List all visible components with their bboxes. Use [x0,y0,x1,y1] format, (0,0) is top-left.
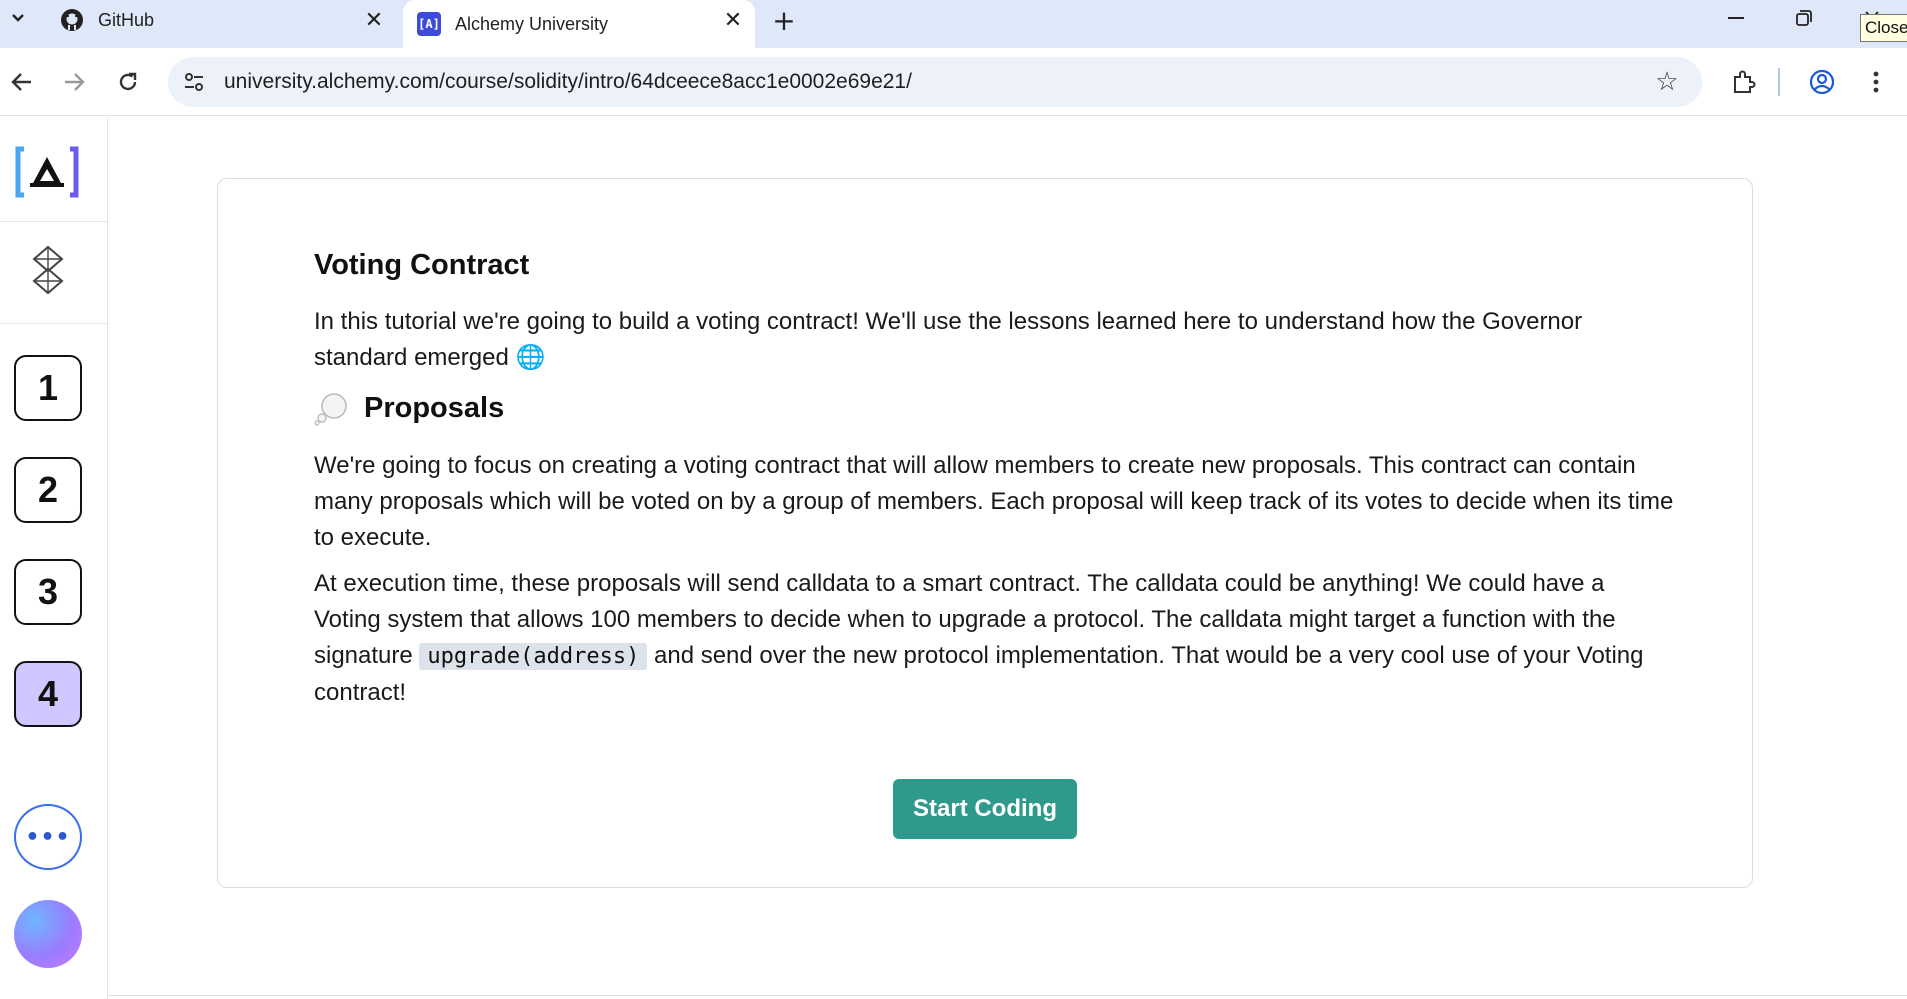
chevron-down-icon [12,14,24,22]
arrow-right-icon [65,73,85,91]
menu-button[interactable] [1856,62,1896,102]
tab-title: GitHub [98,9,155,30]
step-2-button[interactable]: 2 [14,457,82,523]
account-icon [1809,69,1835,95]
tab-search-button[interactable] [6,6,30,30]
step-3-button[interactable]: 3 [14,559,82,625]
sidebar-divider [0,221,107,222]
tab-alchemy-university[interactable]: [A] Alchemy University ✕ [403,0,755,48]
tab-github[interactable]: GitHub ✕ [46,0,396,40]
globe-icon: 🌐 [515,344,546,371]
reload-button[interactable] [108,62,148,102]
more-vert-icon [1873,71,1879,93]
tab-title: Alchemy University [455,13,609,34]
github-icon [60,8,84,32]
browser-toolbar: university.alchemy.com/course/solidity/i… [0,48,1907,116]
profile-button[interactable] [1802,62,1842,102]
lesson-card: Voting Contract In this tutorial we're g… [217,178,1753,888]
lesson-title: Voting Contract [314,249,530,281]
restore-button[interactable] [1784,2,1824,34]
user-avatar[interactable] [14,900,82,968]
forward-button[interactable] [54,62,94,102]
more-options-button[interactable]: ••• [14,804,82,870]
code-snippet: upgrade(address) [419,643,648,670]
close-tab-icon[interactable]: ✕ [721,8,745,33]
new-tab-button[interactable]: + [768,4,800,37]
start-coding-button[interactable]: Start Coding [893,779,1077,839]
alchemy-logo[interactable] [14,145,80,199]
ethereum-hex-icon[interactable] [28,245,68,295]
step-4-button[interactable]: 4 [14,661,82,727]
step-1-button[interactable]: 1 [14,355,82,421]
sidebar-divider [0,323,107,324]
alchemy-icon: [A] [417,12,441,36]
section-title: Proposals [364,391,505,424]
puzzle-icon [1734,70,1756,93]
course-sidebar: 1 2 3 4 ••• [0,117,108,999]
minimize-button[interactable] [1716,2,1756,34]
thought-bubble-icon [314,393,347,426]
intro-text: In this tutorial we're going to build a … [314,308,1583,371]
extensions-button[interactable] [1724,62,1764,102]
arrow-left-icon [11,73,31,91]
close-tab-icon[interactable]: ✕ [362,8,386,33]
proposals-paragraph: We're going to focus on creating a votin… [314,452,1674,551]
page-bottom-divider [108,995,1907,996]
section-heading: Proposals [314,390,1674,426]
reload-icon [119,72,137,91]
site-info-button[interactable] [176,64,212,100]
intro-paragraph: In this tutorial we're going to build a … [314,304,1674,376]
toolbar-divider [1778,68,1780,96]
bookmark-star-icon[interactable]: ☆ [1650,65,1684,99]
address-bar[interactable]: university.alchemy.com/course/solidity/i… [168,57,1702,107]
close-tooltip: Close [1860,14,1907,42]
minimize-icon [1728,17,1744,19]
tab-strip: GitHub ✕ [A] Alchemy University ✕ + Clos… [0,0,1907,48]
execution-paragraph: At execution time, these proposals will … [314,566,1674,711]
lesson-content: Voting Contract In this tutorial we're g… [314,249,1674,711]
tune-icon [185,73,203,91]
back-button[interactable] [2,62,42,102]
url-text[interactable]: university.alchemy.com/course/solidity/i… [224,70,912,94]
restore-icon [1796,10,1812,26]
